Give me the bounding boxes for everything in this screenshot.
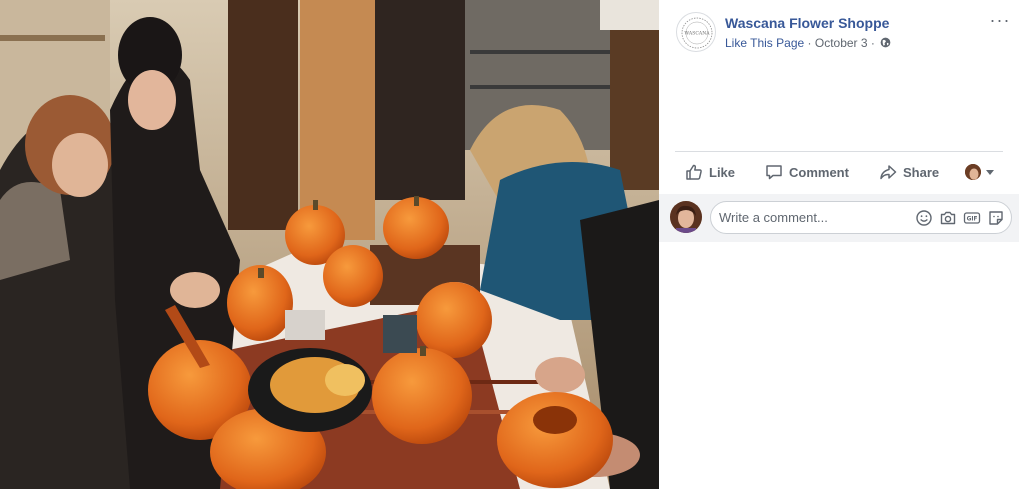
sticker-button[interactable] (987, 209, 1005, 227)
post-details-panel: WASCANA Wascana Flower Shoppe Like This … (659, 0, 1019, 489)
post-header: WASCANA Wascana Flower Shoppe Like This … (676, 11, 1011, 54)
post-actions-bar: Like Comment Share (675, 156, 1003, 188)
comment-input[interactable] (719, 202, 909, 233)
thumbs-up-icon (686, 164, 702, 180)
share-arrow-icon (880, 165, 897, 180)
share-label: Share (903, 164, 940, 180)
user-avatar[interactable] (670, 201, 702, 233)
post-date[interactable]: October 3 (815, 36, 868, 50)
user-mini-avatar (965, 164, 981, 180)
camera-icon (940, 211, 956, 225)
post-meta: Like This Page · October 3 · (725, 36, 891, 50)
page-avatar[interactable]: WASCANA (676, 12, 716, 52)
like-button[interactable]: Like (685, 156, 735, 188)
identity-picker-button[interactable] (965, 156, 994, 188)
gif-button[interactable]: GIF (963, 209, 981, 227)
like-page-link[interactable]: Like This Page (725, 36, 804, 50)
gif-icon: GIF (963, 212, 981, 224)
comment-bubble-icon (766, 165, 782, 180)
comment-composer: GIF (659, 194, 1019, 242)
comment-label: Comment (789, 164, 849, 180)
photo-button[interactable] (939, 209, 957, 227)
chevron-down-icon (986, 169, 994, 175)
gif-label: GIF (967, 217, 978, 223)
actions-divider-top (675, 151, 1003, 152)
meta-separator: · (807, 36, 812, 50)
comment-tools: GIF (915, 209, 1005, 227)
svg-text:WASCANA: WASCANA (684, 31, 710, 37)
user-photo (670, 201, 702, 233)
like-label: Like (709, 164, 736, 180)
comment-button[interactable]: Comment (765, 156, 849, 188)
page-name-link[interactable]: Wascana Flower Shoppe (725, 15, 889, 31)
meta-separator-2: · (870, 36, 875, 50)
globe-icon[interactable] (880, 37, 891, 48)
share-button[interactable]: Share (879, 156, 939, 188)
smiley-icon (916, 210, 932, 226)
emoji-button[interactable] (915, 209, 933, 227)
comment-box: GIF (710, 201, 1012, 234)
pumpkin-carving-photo (0, 0, 659, 489)
wascana-logo-icon: WASCANA (681, 17, 713, 49)
post-photo[interactable] (0, 0, 659, 489)
more-options-icon[interactable]: ··· (989, 11, 1011, 32)
sticker-icon (989, 211, 1003, 225)
